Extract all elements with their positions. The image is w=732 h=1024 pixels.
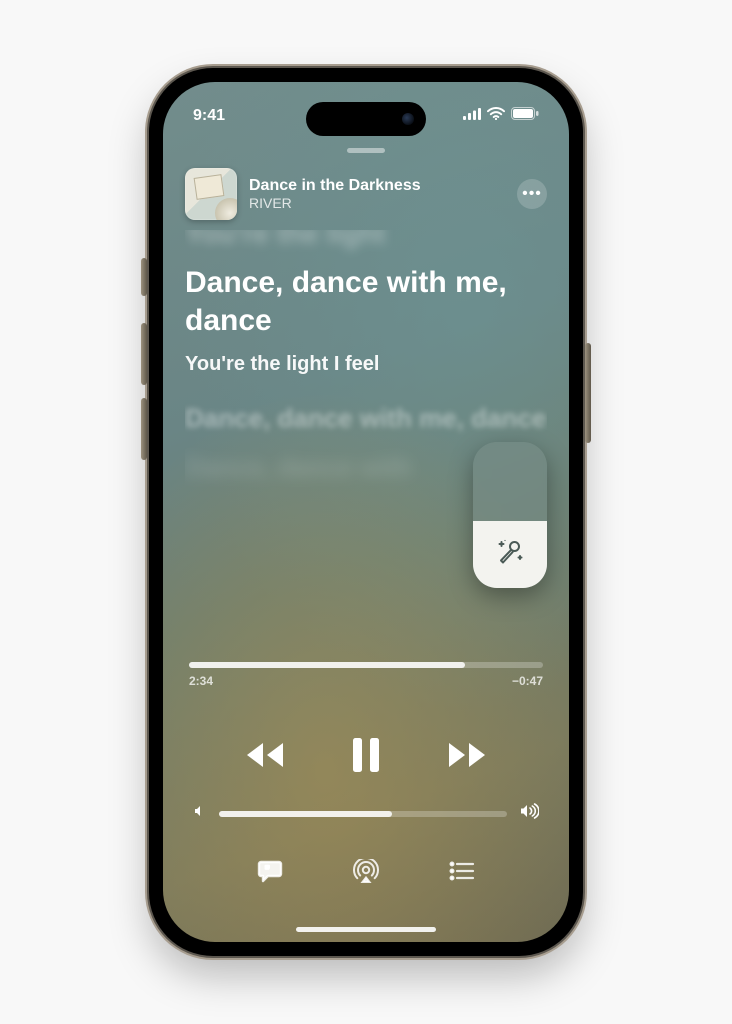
now-playing-header: Dance in the Darkness RIVER ••• [185, 168, 547, 220]
volume-fill [219, 811, 392, 817]
queue-button[interactable] [449, 861, 475, 886]
iphone-frame: 9:41 Dance in the D [149, 68, 583, 956]
time-remaining: −0:47 [512, 674, 543, 688]
dynamic-island [306, 102, 426, 136]
scrubber[interactable]: 2:34 −0:47 [189, 662, 543, 688]
next-button[interactable] [445, 740, 489, 770]
song-title: Dance in the Darkness [249, 176, 505, 195]
battery-icon [511, 107, 539, 125]
volume-down-hw [141, 398, 147, 460]
side-button-hw [585, 343, 591, 443]
scrubber-fill [189, 662, 465, 668]
ellipsis-icon: ••• [522, 185, 542, 203]
speaker-high-icon [519, 803, 539, 824]
bottom-actions: ” [163, 859, 569, 888]
previous-button[interactable] [243, 740, 287, 770]
transport-controls [163, 738, 569, 772]
time-elapsed: 2:34 [189, 674, 213, 688]
lyric-current: Dance, dance with me, dance [185, 264, 547, 339]
svg-text:”: ” [265, 865, 270, 875]
pause-button[interactable] [351, 738, 381, 772]
album-art[interactable] [185, 168, 237, 220]
lyric-previous: You're the light [185, 230, 547, 250]
song-artist: RIVER [249, 195, 505, 212]
airplay-button[interactable] [353, 859, 379, 888]
volume-up-hw [141, 323, 147, 385]
mic-sparkle-icon [494, 536, 526, 573]
sing-vocal-slider[interactable] [473, 442, 547, 588]
sheet-grabber[interactable] [347, 148, 385, 153]
status-time: 9:41 [193, 107, 225, 125]
home-indicator[interactable] [296, 927, 436, 932]
signal-icon [463, 107, 481, 125]
screen: 9:41 Dance in the D [163, 82, 569, 942]
more-button[interactable]: ••• [517, 179, 547, 209]
silent-switch [141, 258, 147, 296]
wifi-icon [487, 107, 505, 125]
volume-slider[interactable] [193, 803, 539, 824]
lyrics-view-button[interactable]: ” [257, 859, 283, 888]
speaker-low-icon [193, 804, 207, 823]
lyric-upcoming-1: Dance, dance with me, dance [185, 402, 547, 436]
lyric-next: You're the light I feel [185, 353, 547, 376]
